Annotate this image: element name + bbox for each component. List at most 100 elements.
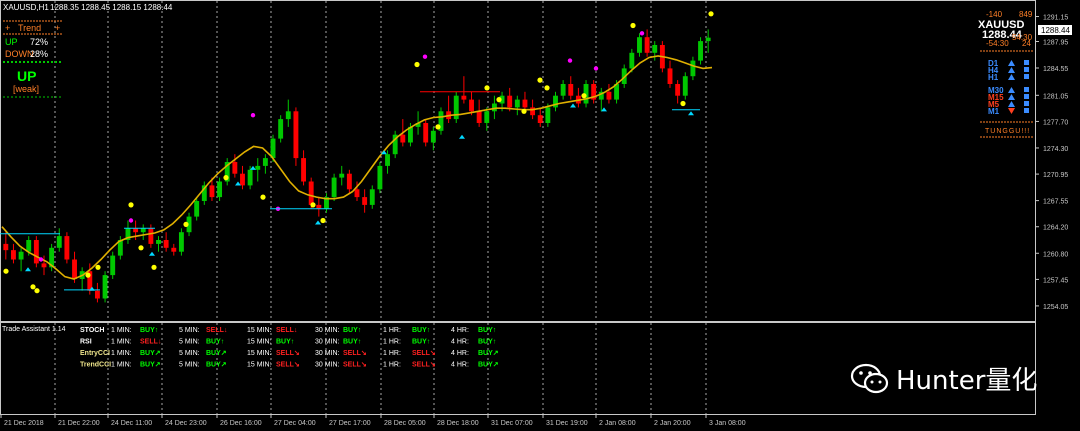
candle-body <box>545 107 551 123</box>
buy-signal: BUY↑ <box>276 339 294 346</box>
candle-body <box>232 162 238 174</box>
candle-body <box>507 95 513 108</box>
candle-body <box>56 236 62 248</box>
magenta-dot <box>128 218 134 223</box>
signal-dot <box>30 284 36 290</box>
signal-dot <box>128 202 134 208</box>
buy-signal: BUY↑ <box>206 339 224 346</box>
candle <box>698 37 703 65</box>
candle-body <box>148 228 154 244</box>
indicator-name: STOCH <box>80 327 104 334</box>
candle <box>178 228 184 256</box>
watermark: Hunter量化 <box>850 360 1037 397</box>
sell-signal: SELL↘ <box>276 350 300 357</box>
signal-dot <box>435 124 441 130</box>
candle-body <box>568 84 574 96</box>
signal-dot <box>496 97 502 103</box>
trend-title: Trend <box>18 23 41 33</box>
x-tick-label: 2 Jan 20:00 <box>654 420 691 427</box>
timeframe-cell: 30 MIN: <box>315 339 340 346</box>
trend-down-pct: 28% <box>30 49 48 59</box>
timeframe-cell: 1 HR: <box>383 362 401 369</box>
timeframe-cell: 1 HR: <box>383 350 401 357</box>
candle-body <box>514 99 520 108</box>
timeframe-cell: 5 MIN: <box>179 339 200 346</box>
buy-signal: BUY↗ <box>478 362 499 369</box>
candle-body <box>369 189 375 205</box>
buy-signal: BUY↑ <box>140 327 158 334</box>
timeframe-cell: 1 MIN: <box>111 339 132 346</box>
timeframe-cell: 4 HR: <box>451 327 469 334</box>
timeframe-cell: 30 MIN: <box>315 362 340 369</box>
signal-dot <box>151 264 157 270</box>
candle <box>423 119 429 147</box>
x-tick-label: 28 Dec 18:00 <box>437 420 479 427</box>
candle-body <box>667 68 673 84</box>
y-tick-label: 1257.45 <box>1043 277 1068 284</box>
candle-body <box>308 181 314 205</box>
candle-body <box>301 158 307 182</box>
timeframe-cell: 15 MIN: <box>247 327 272 334</box>
candle-body <box>110 255 116 276</box>
timeframe-label: H1 <box>988 73 999 82</box>
candle <box>392 130 398 159</box>
trend-up-pct: 72% <box>30 37 48 47</box>
magenta-dot <box>593 66 599 71</box>
candle-body <box>156 240 161 244</box>
candle <box>377 162 383 194</box>
status-square-icon <box>1024 108 1029 113</box>
timeframe-cell: 4 HR: <box>451 362 469 369</box>
candle-body <box>491 103 497 112</box>
candle-body <box>217 181 223 198</box>
candle-body <box>285 111 291 120</box>
candle-body <box>354 189 360 198</box>
sell-signal: SELL↓ <box>276 327 297 334</box>
x-tick-label: 26 Dec 16:00 <box>220 420 262 427</box>
candle-body <box>18 251 24 260</box>
candle-body <box>316 204 322 209</box>
y-tick-label: 1264.20 <box>1043 225 1068 232</box>
trend-plus-icon-2: + <box>55 23 60 33</box>
candle-body <box>606 91 612 100</box>
signal-dot <box>260 194 266 200</box>
candle-body <box>430 130 436 143</box>
candle-body <box>171 247 177 252</box>
y-tick-label: 1287.95 <box>1043 39 1068 46</box>
candle-body <box>346 173 352 190</box>
rp-n2: 849 <box>1019 10 1033 19</box>
x-tick-label: 31 Dec 07:00 <box>491 420 533 427</box>
buy-signal: BUY↗ <box>478 350 499 357</box>
candle-body <box>682 76 688 96</box>
x-tick-label: 28 Dec 05:00 <box>384 420 426 427</box>
trend-up-label: UP <box>5 37 18 47</box>
x-tick-label: 27 Dec 17:00 <box>329 420 371 427</box>
candle <box>331 173 337 201</box>
candle-body <box>26 240 32 252</box>
watermark-text: Hunter量化 <box>896 366 1038 396</box>
magenta-dot <box>567 58 573 63</box>
sell-signal: SELL↓ <box>206 327 227 334</box>
candle-body <box>102 275 108 299</box>
candle-body <box>400 134 406 143</box>
signal-dot <box>223 175 229 181</box>
timeframe-cell: 1 MIN: <box>111 350 132 357</box>
candle <box>110 251 116 279</box>
timeframe-cell: 5 MIN: <box>179 350 200 357</box>
signal-dot <box>708 11 714 17</box>
timeframe-cell: 4 HR: <box>451 350 469 357</box>
timeframe-cell: 15 MIN: <box>247 362 272 369</box>
candle-body <box>362 197 368 205</box>
candle-body <box>3 243 9 251</box>
candle-body <box>293 111 299 159</box>
timeframe-cell: 4 HR: <box>451 339 469 346</box>
rp-status: TUNGGU!!! <box>985 128 1030 135</box>
timeframe-cell: 30 MIN: <box>315 350 340 357</box>
candle-body <box>163 240 169 248</box>
candle-body <box>194 201 200 217</box>
candle-body <box>255 165 261 170</box>
buy-signal: BUY↗ <box>140 350 161 357</box>
signal-dot <box>537 77 543 83</box>
timeframe-cell: 5 MIN: <box>179 327 200 334</box>
buy-signal: BUY↑ <box>343 339 361 346</box>
signal-dot <box>320 217 326 224</box>
